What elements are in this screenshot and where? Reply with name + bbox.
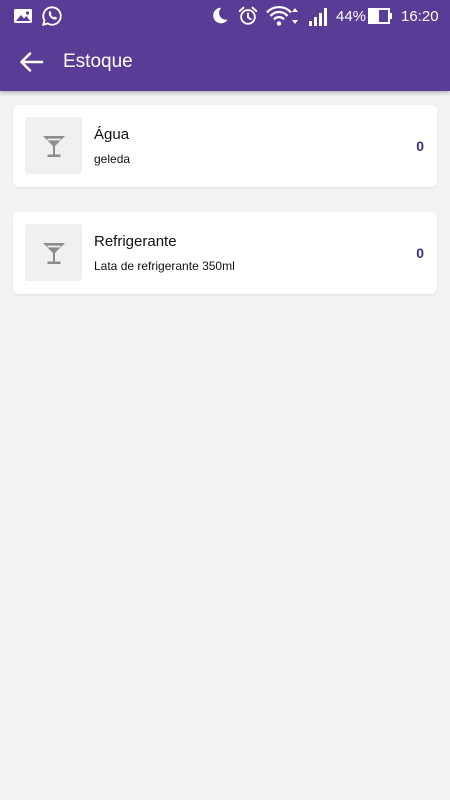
clock-time: 16:20 (401, 8, 439, 25)
moon-icon (213, 7, 228, 24)
cocktail-glass-icon (42, 135, 65, 157)
item-name: Refrigerante (94, 233, 177, 250)
item-description: geleda (94, 152, 131, 166)
gallery-icon (14, 9, 32, 23)
list-item[interactable]: Água geleda 0 (13, 105, 437, 187)
app-bar: Estoque (0, 33, 450, 91)
item-thumbnail (25, 117, 82, 174)
item-quantity: 0 (416, 138, 424, 154)
wifi-icon (266, 6, 298, 26)
item-quantity: 0 (416, 245, 424, 261)
arrow-back-icon (20, 52, 44, 72)
battery-percent: 44% (336, 8, 367, 25)
page-title: Estoque (63, 51, 133, 72)
battery-icon (368, 8, 392, 24)
list-item[interactable]: Refrigerante Lata de refrigerante 350ml … (13, 212, 437, 294)
item-description: Lata de refrigerante 350ml (94, 259, 235, 273)
alarm-icon (238, 6, 258, 25)
item-name: Água (94, 126, 130, 143)
back-button[interactable] (14, 47, 48, 77)
cocktail-glass-icon (42, 242, 65, 264)
whatsapp-icon (41, 6, 62, 27)
status-bar: 44% 16:20 (0, 0, 450, 33)
signal-icon (309, 8, 327, 26)
item-thumbnail (25, 224, 82, 281)
